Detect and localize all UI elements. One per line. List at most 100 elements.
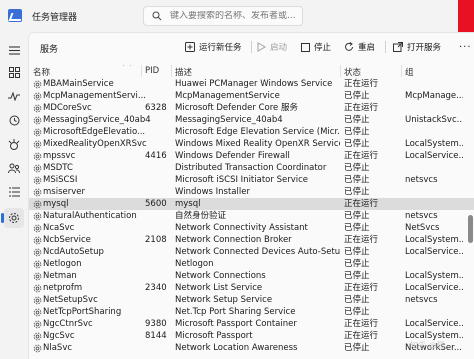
close-button[interactable] xyxy=(458,0,474,32)
services-icon[interactable] xyxy=(1,208,24,228)
details-icon[interactable] xyxy=(4,182,24,202)
table-row[interactable]: NgcCtnrSvc 9380 Microsoft Passport Contain… xyxy=(29,318,474,330)
service-status: 已停止 xyxy=(344,187,370,197)
service-description: Microsoft Passport xyxy=(175,331,253,341)
service-description: mysql xyxy=(175,199,201,209)
service-gear-icon xyxy=(33,296,42,305)
service-pid: 2108 xyxy=(145,235,167,245)
table-row[interactable]: MDCoreSvc 6328 Microsoft Defender Core 服务正… xyxy=(29,102,474,114)
service-status: 正在运行 xyxy=(344,319,379,329)
service-description: Microsoft Passport Container xyxy=(175,319,297,329)
service-pid: 6328 xyxy=(145,103,167,113)
table-row[interactable]: NgcSvc 8144 Microsoft Passport 正在运行 LocalSys… xyxy=(29,330,474,342)
service-group xyxy=(405,126,463,138)
service-pid xyxy=(145,210,171,222)
service-status: 已停止 xyxy=(344,163,370,173)
table-row[interactable]: McpManagementServi... McpManagementServic… xyxy=(29,90,474,102)
table-row[interactable]: NetSetupSvc Network Setup Service 已停止 netsv… xyxy=(29,294,474,306)
startup-icon[interactable] xyxy=(4,134,24,154)
service-gear-icon xyxy=(33,320,42,329)
column-divider[interactable] xyxy=(401,65,402,77)
stop-icon xyxy=(301,42,310,52)
service-status: 已停止 xyxy=(344,247,370,257)
search-input[interactable] xyxy=(170,11,300,21)
table-row[interactable]: MSDTC Distributed Transaction Coordinator… xyxy=(29,162,474,174)
service-pid: 8144 xyxy=(145,331,167,341)
menu-icon[interactable] xyxy=(4,40,24,60)
service-group: LocalService... xyxy=(405,247,463,257)
table-row[interactable]: NlaSvc Network Location Awareness 已停止 Netwo… xyxy=(29,342,474,354)
table-row[interactable]: MSiSCSI Microsoft iSCSI Initiator Service… xyxy=(29,174,474,186)
service-status: 已停止 xyxy=(344,259,370,269)
open-services-button[interactable]: 打开服务 xyxy=(393,40,441,54)
table-row[interactable]: MixedRealityOpenXRSvc Windows Mixed Reali… xyxy=(29,138,474,150)
app-title: 任务管理器 xyxy=(32,13,78,23)
column-group[interactable]: 组 xyxy=(405,66,414,78)
service-pid xyxy=(145,126,171,138)
service-group xyxy=(405,186,463,198)
service-pid xyxy=(145,138,171,150)
service-pid xyxy=(145,222,171,234)
table-row[interactable]: Netlogon Netlogon 已停止 xyxy=(29,258,474,270)
column-divider[interactable] xyxy=(141,65,142,77)
performance-icon[interactable] xyxy=(4,86,24,106)
service-description: Microsoft Edge Elevation Service (Micr..… xyxy=(175,127,340,137)
service-description: 自然身份验证 xyxy=(175,211,227,221)
table-row[interactable]: MicrosoftEdgeElevatio... Microsoft Edge E… xyxy=(29,126,474,138)
users-icon[interactable] xyxy=(4,158,24,178)
restart-button[interactable]: 重启 xyxy=(344,40,375,54)
table-row[interactable]: NetTcpPortSharing Net.Tcp Port Sharing Se… xyxy=(29,306,474,318)
service-gear-icon xyxy=(33,104,42,113)
service-status: 正在运行 xyxy=(344,331,379,341)
service-description: Huawei PCManager Windows Service xyxy=(175,79,333,89)
service-group: LocalService... xyxy=(405,319,463,329)
processes-icon[interactable] xyxy=(4,62,24,82)
task-manager-logo-icon xyxy=(8,9,22,22)
search-box[interactable] xyxy=(143,6,303,26)
service-status: 已停止 xyxy=(344,271,370,281)
column-name[interactable]: 名称 xyxy=(33,66,50,78)
table-row[interactable]: MessagingService_40ab4 MessagingService_4… xyxy=(29,114,474,126)
table-row[interactable]: MBAMainService Huawei PCManager Windows S… xyxy=(29,78,474,90)
start-button[interactable]: 启动 xyxy=(257,40,287,54)
table-row[interactable]: netprofm 2340 Network List Service 正在运行 Loca… xyxy=(29,282,474,294)
services-panel: 服务 运行新任务 启动 停止 重启 打开服务 ··· 名称 PID 描述 状态 … xyxy=(28,32,474,359)
history-icon[interactable] xyxy=(4,110,24,130)
stop-label: 停止 xyxy=(314,43,332,53)
service-pid xyxy=(145,114,171,126)
more-options-button[interactable]: ··· xyxy=(459,42,472,53)
table-row[interactable]: NcbService 2108 Network Connection Broker 正… xyxy=(29,234,474,246)
column-status[interactable]: 状态 xyxy=(344,66,361,78)
service-description: Windows Mixed Reality OpenXR Service xyxy=(175,139,340,149)
service-status: 正在运行 xyxy=(344,151,379,161)
service-description: Network Connections xyxy=(175,271,266,281)
table-row[interactable]: msiserver Windows Installer 已停止 xyxy=(29,186,474,198)
table-row[interactable]: Netman Network Connections 已停止 LocalSystem.… xyxy=(29,270,474,282)
stop-button[interactable]: 停止 xyxy=(301,40,331,54)
service-gear-icon xyxy=(33,260,42,269)
service-status: 已停止 xyxy=(344,127,370,137)
service-status: 正在运行 xyxy=(344,199,379,209)
table-row[interactable]: NcaSvc Network Connectivity Assistant 已停止 N… xyxy=(29,222,474,234)
service-pid xyxy=(145,342,171,354)
column-divider[interactable] xyxy=(340,65,341,77)
service-group: netsvcs xyxy=(405,175,438,185)
table-row[interactable]: mpssvc 4416 Windows Defender Firewall 正在运行 L… xyxy=(29,150,474,162)
table-row[interactable]: NaturalAuthentication 自然身份验证 已停止 netsvcs xyxy=(29,210,474,222)
run-new-task-button[interactable]: 运行新任务 xyxy=(185,40,242,54)
service-status: 正在运行 xyxy=(344,235,379,245)
service-group xyxy=(405,198,463,210)
service-status: 已停止 xyxy=(344,175,370,185)
service-status: 已停止 xyxy=(344,343,370,353)
service-group: UnistackSvc... xyxy=(405,115,463,125)
table-row[interactable]: mysql 5600 mysql 正在运行 xyxy=(29,198,474,210)
service-gear-icon xyxy=(33,152,42,161)
vertical-scrollbar[interactable] xyxy=(468,215,473,243)
column-pid[interactable]: PID xyxy=(145,66,159,76)
table-row[interactable]: NcdAutoSetup Network Connected Devices Au… xyxy=(29,246,474,258)
column-divider[interactable] xyxy=(171,65,172,77)
service-pid xyxy=(145,294,171,306)
column-description[interactable]: 描述 xyxy=(175,66,192,78)
service-pid: 5600 xyxy=(145,199,167,209)
service-description: Netlogon xyxy=(175,259,214,269)
